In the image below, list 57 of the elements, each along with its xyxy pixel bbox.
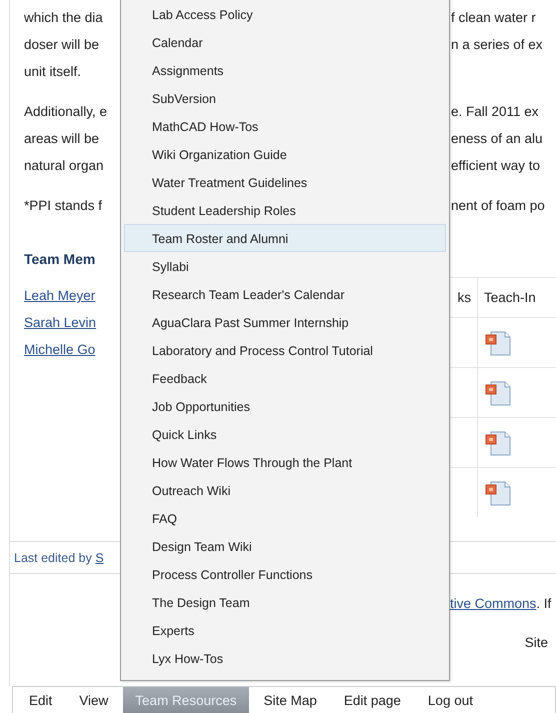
column-header: ks <box>458 290 471 305</box>
paragraph-text: areas will be <box>24 131 100 146</box>
menu-item[interactable]: Wiki Organization Guide <box>124 140 446 168</box>
menu-item[interactable]: Lyx How-Tos <box>124 644 446 672</box>
paragraph-text: natural organ <box>24 158 104 173</box>
paragraph-text: unit itself. <box>24 64 82 79</box>
menu-item[interactable]: AguaClara Past Summer Internship <box>124 308 446 336</box>
paragraph-text: efficient way to <box>451 158 540 173</box>
toolbar-tab[interactable]: Edit <box>17 687 64 713</box>
menu-item[interactable]: Job Opportunities <box>124 392 446 420</box>
column-header: Teach-In <box>484 290 536 305</box>
menu-item[interactable]: Laboratory and Process Control Tutorial <box>124 336 446 364</box>
paragraph-text: Additionally, e <box>24 104 108 119</box>
presentation-file-icon[interactable] <box>483 378 513 406</box>
menu-item[interactable]: Water Treatment Guidelines <box>124 168 446 196</box>
menu-item[interactable]: MathCAD How-Tos <box>124 112 446 140</box>
editor-link[interactable]: S <box>95 550 104 564</box>
menu-item[interactable]: Design Team Wiki <box>124 532 446 560</box>
paragraph-text: eness of an alu <box>451 131 543 146</box>
paragraph-text: doser will be <box>24 37 100 52</box>
menu-item[interactable]: FAQ <box>124 504 446 532</box>
menu-item[interactable]: Student Leadership Roles <box>124 196 446 224</box>
paragraph-text: n a series of ex <box>451 37 543 52</box>
site-text: Site <box>524 635 548 650</box>
presentation-file-icon[interactable] <box>483 428 513 456</box>
presentation-file-icon[interactable] <box>483 328 513 356</box>
last-edited-text: Last edited by S <box>14 550 104 564</box>
presentation-file-icon[interactable] <box>483 478 513 506</box>
menu-item[interactable]: Quick Links <box>124 420 446 448</box>
paragraph-text: which the dia <box>24 10 103 25</box>
menu-item[interactable]: Calendar <box>124 28 446 56</box>
toolbar-tab[interactable]: Edit page <box>332 687 413 713</box>
toolbar-tab[interactable]: Site Map <box>252 687 329 713</box>
menu-item[interactable]: Research Team Leader's Calendar <box>124 280 446 308</box>
section-heading: Team Mem <box>24 251 96 267</box>
menu-item[interactable]: Experts <box>124 616 446 644</box>
paragraph-text: nent of foam po <box>451 198 545 213</box>
menu-item[interactable]: Feedback <box>124 364 446 392</box>
license-link[interactable]: tive Commons <box>450 596 536 611</box>
member-link[interactable]: Michelle Go <box>24 336 96 363</box>
paragraph-text: f clean water r <box>451 10 536 25</box>
menu-item[interactable]: Lab Access Policy <box>124 0 446 28</box>
menu-item[interactable]: SubVersion <box>124 84 446 112</box>
menu-item[interactable]: Assignments <box>124 56 446 84</box>
menu-item[interactable]: Syllabi <box>124 252 446 280</box>
toolbar-tab[interactable]: View <box>67 687 120 713</box>
toolbar-tab[interactable]: Log out <box>416 687 485 713</box>
member-link[interactable]: Sarah Levin <box>24 309 96 336</box>
paragraph-text: e. Fall 2011 ex <box>451 104 539 119</box>
menu-item[interactable]: Outreach Wiki <box>124 476 446 504</box>
menu-item[interactable]: The Design Team <box>124 588 446 616</box>
member-link[interactable]: Leah Meyer <box>24 282 96 309</box>
license-text: tive Commons. If <box>450 596 552 611</box>
menu-item[interactable]: Team Roster and Alumni <box>124 224 446 252</box>
menu-item[interactable]: How Water Flows Through the Plant <box>124 448 446 476</box>
paragraph-text: *PPI stands f <box>24 198 102 213</box>
menu-item[interactable]: Process Controller Functions <box>124 560 446 588</box>
